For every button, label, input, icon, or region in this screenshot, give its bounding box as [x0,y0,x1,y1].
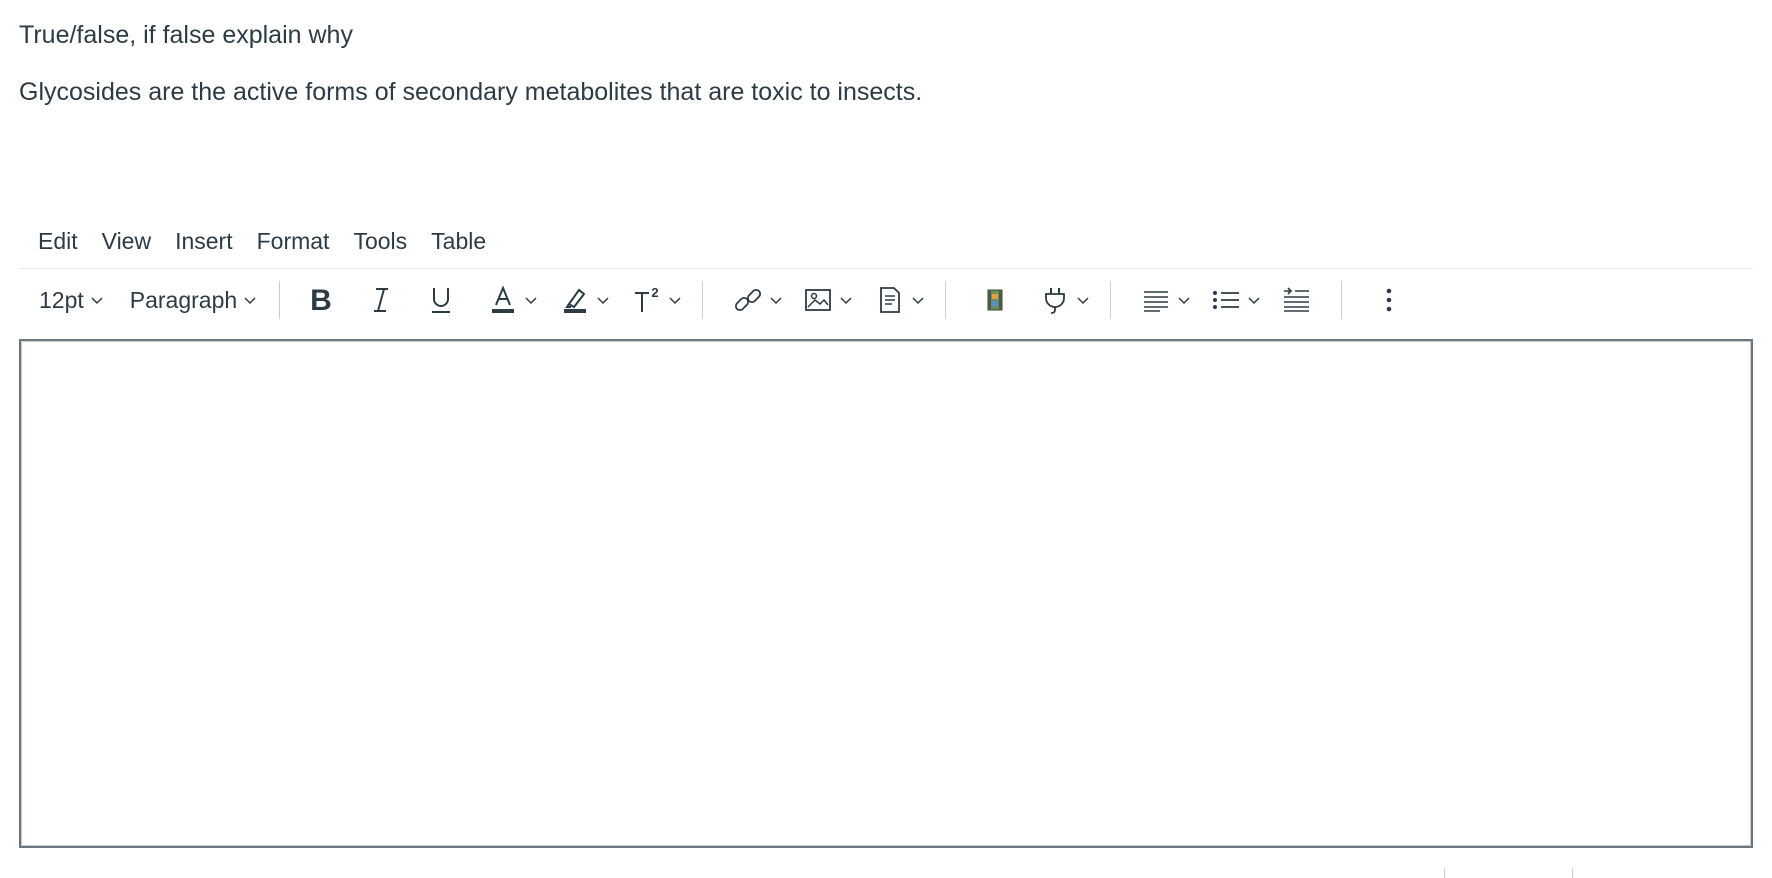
block-format-dropdown[interactable]: Paragraph [124,277,263,323]
chevron-down-icon [669,297,681,305]
list-icon [1213,291,1240,309]
image-button[interactable] [797,277,859,323]
svg-text:B: B [310,285,332,315]
link-button[interactable] [727,277,789,323]
chevron-down-icon [770,297,782,305]
italic-icon [374,288,389,312]
chevron-down-icon [597,297,609,305]
chevron-down-icon [1248,297,1260,305]
chevron-down-icon [912,297,924,305]
menubar-divider [19,268,1753,269]
toolbar-separator [1341,281,1343,319]
toolbar-separator [1110,281,1112,319]
text-color-button[interactable] [482,277,544,323]
superscript-button[interactable]: 2 [626,277,688,323]
bold-icon: B [310,285,332,315]
toolbar-separator [945,281,947,319]
status-bar-divider [1444,868,1445,878]
status-bar-edge [0,868,1772,878]
font-size-dropdown[interactable]: 12pt [19,277,110,323]
more-options-button[interactable] [1368,277,1410,323]
quiz-question-page: True/false, if false explain why Glycosi… [0,0,1772,878]
underline-button[interactable] [420,277,462,323]
image-icon [805,289,832,311]
question-statement: Glycosides are the active forms of secon… [19,78,923,106]
align-button[interactable] [1135,277,1197,323]
superscript-icon: 2 [635,285,659,312]
align-icon [1144,291,1169,312]
question-text: True/false, if false explain why Glycosi… [19,18,922,110]
media-button[interactable] [974,277,1016,323]
editor-content[interactable] [21,341,1751,385]
block-format-value: Paragraph [129,286,238,313]
plugin-button[interactable] [1034,277,1096,323]
document-icon [880,287,901,313]
chevron-down-icon [1178,297,1190,305]
underline-icon [432,288,451,313]
indent-icon [1284,287,1310,312]
bold-button[interactable]: B [300,277,342,323]
highlight-icon [564,288,587,313]
plugin-icon [1045,288,1066,314]
editor-menubar: Edit View Insert Format Tools Table [26,224,498,259]
link-icon [735,288,762,312]
chevron-down-icon [244,297,256,305]
text-color-icon [492,285,515,313]
status-bar-divider [1572,868,1573,878]
highlight-color-button[interactable] [554,277,616,323]
toolbar-separator [279,281,281,319]
media-icon [987,289,1003,311]
list-button[interactable] [1205,277,1267,323]
editor-toolbar: 12pt Paragraph B 2 [19,272,1753,328]
menu-table[interactable]: Table [419,224,498,259]
question-prompt: True/false, if false explain why [19,21,353,49]
menu-view[interactable]: View [90,224,163,259]
chevron-down-icon [525,297,537,305]
italic-button[interactable] [360,277,402,323]
menu-insert[interactable]: Insert [163,224,245,259]
svg-text:2: 2 [652,285,659,300]
chevron-down-icon [91,297,103,305]
chevron-down-icon [1077,297,1089,305]
document-button[interactable] [869,277,931,323]
font-size-value: 12pt [39,286,84,313]
rich-text-editor-area[interactable] [19,339,1753,848]
menu-edit[interactable]: Edit [26,224,90,259]
toolbar-separator [702,281,704,319]
chevron-down-icon [840,297,852,305]
more-options-icon [1386,288,1392,312]
menu-tools[interactable]: Tools [341,224,419,259]
indent-button[interactable] [1275,277,1317,323]
menu-format[interactable]: Format [245,224,342,259]
